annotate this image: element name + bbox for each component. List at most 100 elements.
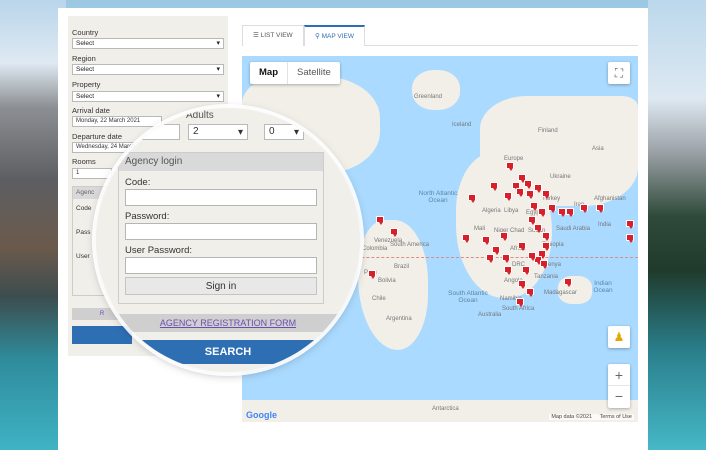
property-pin[interactable] <box>492 246 500 255</box>
children-select[interactable]: 0 <box>264 124 304 140</box>
agency-login-title: Agency login <box>119 153 323 171</box>
property-pin[interactable] <box>542 242 550 251</box>
zoom-in-button[interactable]: + <box>608 364 630 386</box>
greenland-land <box>412 70 460 110</box>
north-atlantic-label: North Atlantic Ocean <box>418 190 458 204</box>
label-greenland: Greenland <box>414 94 443 100</box>
indian-ocean-label: Indian Ocean <box>593 280 613 294</box>
terms-link[interactable]: Terms of Use <box>600 414 632 420</box>
eurasia-land <box>480 96 638 206</box>
google-logo-text: Google <box>246 410 277 420</box>
property-pin[interactable] <box>528 216 536 225</box>
map-type-button[interactable]: Map <box>250 62 287 84</box>
south-atlantic-label: South Atlantic Ocean <box>448 290 488 304</box>
map-view-label: MAP VIEW <box>321 33 354 40</box>
label-madagascar: Madagascar <box>544 290 578 296</box>
search-button[interactable]: SEARCH <box>118 340 338 364</box>
label-iceland: Iceland <box>452 122 472 128</box>
region-label: Region <box>72 54 96 63</box>
rooms-label: Rooms <box>72 157 96 166</box>
property-pin[interactable] <box>542 190 550 199</box>
agency-login-box: Agency login Code: Password: User Passwo… <box>118 152 324 304</box>
property-pin[interactable] <box>368 270 376 279</box>
property-pin[interactable] <box>506 162 514 171</box>
property-label: Property <box>72 80 101 89</box>
departure-label: Departure date <box>72 132 123 141</box>
property-pin[interactable] <box>580 204 588 213</box>
property-pin[interactable] <box>530 202 538 211</box>
satellite-type-button[interactable]: Satellite <box>287 62 340 84</box>
property-pin[interactable] <box>534 184 542 193</box>
property-pin[interactable] <box>500 232 508 241</box>
property-pin[interactable] <box>462 234 470 243</box>
label-south-america: South America <box>390 242 430 248</box>
label-ukraine: Ukraine <box>550 174 571 180</box>
label-argentina: Argentina <box>386 316 412 322</box>
departure-select-zoom[interactable]: . <box>126 124 180 140</box>
adults-label: Adults <box>186 110 214 121</box>
fullscreen-icon[interactable]: ⛶ <box>608 62 630 84</box>
agency-registration-link[interactable]: AGENCY REGISTRATION FORM <box>118 314 338 332</box>
property-select[interactable]: Select <box>72 91 224 102</box>
adults-select[interactable]: 2 <box>188 124 248 140</box>
label-asia: Asia <box>592 146 604 152</box>
property-pin[interactable] <box>526 190 534 199</box>
user-password-input[interactable] <box>125 257 317 274</box>
password-label-bg: Pass <box>76 229 91 236</box>
background-right <box>648 0 706 450</box>
label-colombia: Colombia <box>362 246 388 252</box>
property-pin[interactable] <box>542 232 550 241</box>
property-pin[interactable] <box>626 220 634 229</box>
sign-in-button[interactable]: Sign in <box>125 277 317 295</box>
pegman-icon[interactable]: ♟ <box>608 326 630 348</box>
property-pin[interactable] <box>524 180 532 189</box>
property-pin[interactable] <box>538 208 546 217</box>
property-pin[interactable] <box>540 260 548 269</box>
property-pin[interactable] <box>522 266 530 275</box>
property-pin[interactable] <box>558 208 566 217</box>
label-australia: Australia <box>478 312 502 318</box>
user-password-label: User Password: <box>125 245 193 256</box>
google-logo: Google <box>246 410 277 420</box>
property-pin[interactable] <box>528 252 536 261</box>
property-pin[interactable] <box>502 254 510 263</box>
label-chad: Chad <box>510 228 525 234</box>
property-pin[interactable] <box>516 188 524 197</box>
property-pin[interactable] <box>390 228 398 237</box>
arrival-label: Arrival date <box>72 106 110 115</box>
property-pin[interactable] <box>468 194 476 203</box>
label-bolivia: Bolivia <box>378 278 396 284</box>
property-pin[interactable] <box>482 236 490 245</box>
property-pin[interactable] <box>504 266 512 275</box>
code-input[interactable] <box>125 189 317 206</box>
magnifier-lens: Adults . 2 0 Agency login Code: Password… <box>96 108 360 372</box>
property-pin[interactable] <box>486 254 494 263</box>
property-pin[interactable] <box>516 298 524 307</box>
property-pin[interactable] <box>518 280 526 289</box>
property-pin[interactable] <box>596 204 604 213</box>
user-label-bg: User <box>76 253 90 260</box>
zoom-out-button[interactable]: − <box>608 386 630 408</box>
password-input[interactable] <box>125 223 317 240</box>
label-saudi-arabia: Saudi Arabia <box>556 226 591 232</box>
property-pin[interactable] <box>490 182 498 191</box>
password-label: Password: <box>125 211 170 222</box>
property-pin[interactable] <box>534 224 542 233</box>
property-pin[interactable] <box>564 278 572 287</box>
region-select[interactable]: Select <box>72 64 224 75</box>
tab-list-view[interactable]: ☰ LIST VIEW <box>242 25 304 46</box>
property-pin[interactable] <box>518 242 526 251</box>
map-type-control: Map Satellite <box>250 62 340 84</box>
property-pin[interactable] <box>376 216 384 225</box>
rooms-input[interactable]: 1 <box>72 168 112 179</box>
property-pin[interactable] <box>626 234 634 243</box>
country-select[interactable]: Select <box>72 38 224 49</box>
property-pin[interactable] <box>526 288 534 297</box>
property-pin[interactable] <box>548 204 556 213</box>
label-mali: Mali <box>474 226 486 232</box>
country-label: Country <box>72 28 99 37</box>
tab-map-view[interactable]: ⚲ MAP VIEW <box>304 25 365 46</box>
map-data-text: Map data ©2021 <box>551 414 593 420</box>
property-pin[interactable] <box>566 208 574 217</box>
property-pin[interactable] <box>504 192 512 201</box>
